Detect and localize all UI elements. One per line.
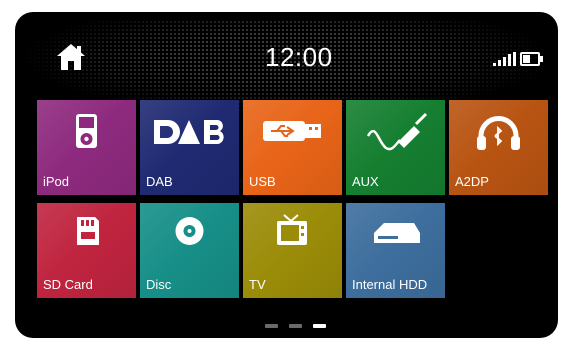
bluetooth-headphones-icon: [477, 116, 520, 150]
tile-tv[interactable]: TV: [243, 203, 342, 298]
page-dot[interactable]: [289, 324, 302, 328]
tile-usb[interactable]: USB: [243, 100, 342, 195]
disc-icon: [175, 217, 204, 245]
tile-sd-card[interactable]: SD Card: [37, 203, 136, 298]
page-dot[interactable]: [313, 324, 326, 328]
page-dot[interactable]: [265, 324, 278, 328]
head-unit-screen: 12:00 iPod DAB USB AUX A2DP SD Card Disc…: [15, 12, 558, 338]
tile-label: USB: [249, 174, 276, 189]
battery-icon: [520, 52, 543, 66]
tile-label: Internal HDD: [352, 277, 428, 292]
status-bar: 12:00: [15, 12, 558, 100]
tile-aux[interactable]: AUX: [346, 100, 445, 195]
sd-card-icon: [77, 217, 99, 245]
tile-label: TV: [249, 277, 266, 292]
tv-icon: [277, 214, 307, 245]
usb-icon: [263, 121, 321, 141]
tile-label: Disc: [146, 277, 172, 292]
tile-ipod[interactable]: iPod: [37, 100, 136, 195]
hdd-icon: [374, 223, 420, 243]
dab-logo-icon: [154, 120, 224, 144]
tile-dab[interactable]: DAB: [140, 100, 239, 195]
tile-label: DAB: [146, 174, 173, 189]
aux-cable-icon: [366, 112, 428, 151]
tile-internal-hdd[interactable]: Internal HDD: [346, 203, 445, 298]
home-icon[interactable]: [55, 42, 87, 72]
tile-label: A2DP: [455, 174, 489, 189]
ipod-icon: [76, 114, 97, 148]
clock: 12:00: [265, 42, 333, 72]
tile-a2dp[interactable]: A2DP: [449, 100, 548, 195]
tile-label: SD Card: [43, 277, 93, 292]
page-indicator: [265, 324, 345, 332]
tile-disc[interactable]: Disc: [140, 203, 239, 298]
tile-label: iPod: [43, 174, 70, 189]
signal-strength-icon: [493, 50, 519, 66]
tile-label: AUX: [352, 174, 379, 189]
